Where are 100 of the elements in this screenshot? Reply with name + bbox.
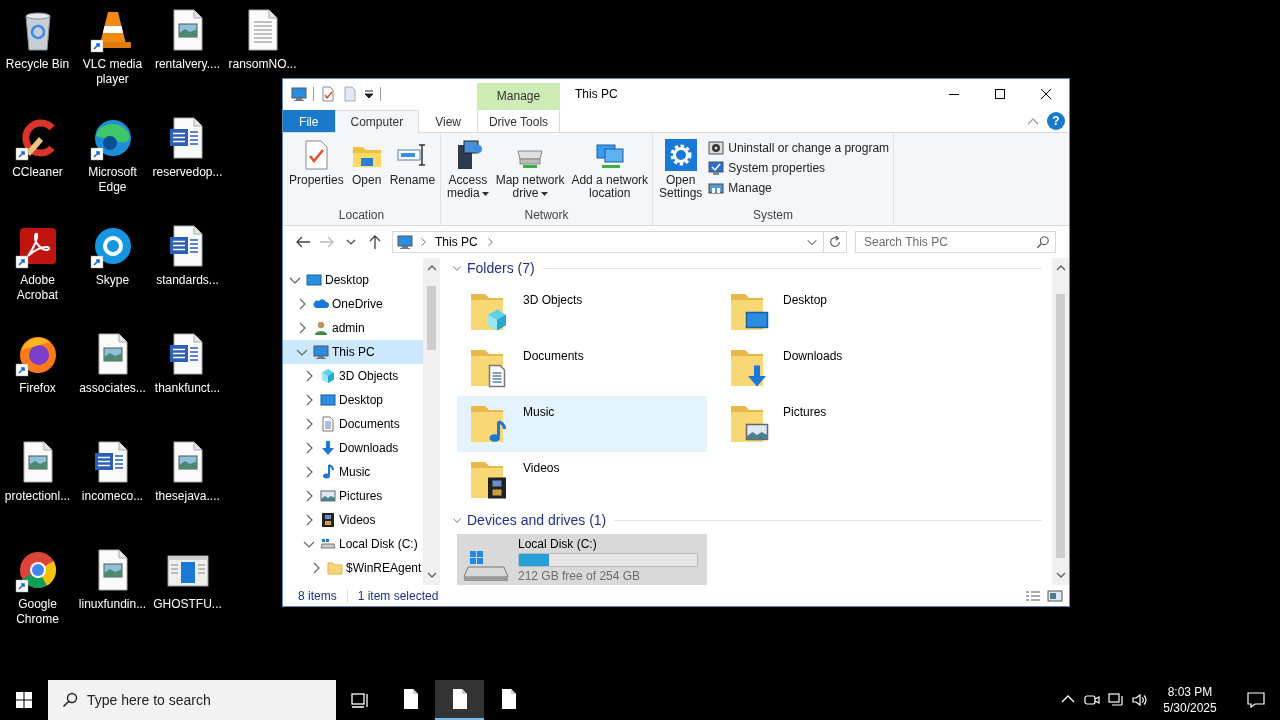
desktop-icon-label[interactable]: GHOSTFU... [153,597,222,612]
scroll-thumb[interactable] [427,286,436,351]
scroll-up-icon[interactable] [1055,264,1066,273]
tree-row[interactable]: Documents [283,412,423,437]
tree-row[interactable]: Desktop [283,388,423,413]
desktop-icon-label[interactable]: linuxfundin... [78,597,147,612]
desktop-icon-label[interactable]: Microsoft Edge [75,165,150,195]
computer-icon[interactable] [291,86,307,103]
maximize-icon[interactable] [995,89,1005,100]
ribbon-button[interactable]: Access media [444,137,492,203]
folder-tile[interactable]: Documents [457,340,707,397]
address-bar[interactable]: This PC [392,230,847,253]
folder-tile[interactable]: Pictures [717,396,967,453]
ribbon-button[interactable]: Open Settings [656,137,706,203]
desktop-icon-label[interactable]: Google Chrome [0,597,75,627]
tree-item-label[interactable]: Documents [339,417,400,432]
properties-icon[interactable] [320,86,336,103]
close-icon[interactable] [1041,89,1051,100]
tree-item-label[interactable]: Pictures [339,489,383,504]
taskbar-button[interactable] [435,680,484,720]
desktop-icon-label[interactable]: Skype [95,273,130,288]
desktop-icon-label[interactable]: CCleaner [12,165,63,180]
desktop-icon-label[interactable]: rentalvery.... [154,57,221,72]
tree-item-label[interactable]: This PC [332,345,375,360]
clock-date[interactable]: 5/30/2025 [1163,700,1217,716]
search-field[interactable]: Search This PC [855,230,1056,253]
file-icon[interactable] [499,688,518,710]
folder-tile[interactable]: 3D Objects [457,284,707,341]
folder-tile[interactable]: Music [457,396,707,453]
desktop-icon-label[interactable]: thankfunct... [154,381,221,396]
ribbon-tab[interactable]: Computer [334,109,420,134]
camera-icon[interactable] [1084,692,1100,708]
large-icons-view-icon[interactable] [1047,588,1063,603]
scroll-down-icon[interactable] [1055,571,1066,580]
desktop-icon-label[interactable]: VLC media player [75,57,150,87]
ribbon-tab[interactable]: Drive Tools [477,109,560,133]
desktop-icon-label[interactable]: incomeco... [81,489,144,504]
scrollbar[interactable] [423,258,440,586]
ribbon-tab[interactable]: View [419,109,477,133]
taskbar-search-field[interactable]: Type here to search [48,680,336,720]
network-icon[interactable] [1108,692,1124,708]
desktop-icon-label[interactable]: thesejava.... [155,489,220,504]
tree-row[interactable]: $WinREAgent [283,556,423,581]
caret-icon[interactable] [364,89,374,100]
folder-label[interactable]: Desktop [783,288,828,308]
scroll-down-icon[interactable] [426,571,437,580]
caret-icon[interactable] [540,192,548,197]
scrollbar[interactable] [1052,258,1069,586]
folder-tile[interactable]: Desktop [717,284,967,341]
tree-row[interactable]: This PC [283,340,423,365]
search-icon[interactable] [62,692,78,708]
tree-item-label[interactable]: OneDrive [332,297,383,312]
desktop-icon-label[interactable]: Firefox [19,381,56,396]
speaker-icon[interactable] [1132,692,1148,708]
file-icon[interactable] [450,688,469,710]
up-arrow-icon[interactable] [367,233,383,250]
ribbon-tab[interactable]: File [283,109,335,133]
task-view-icon[interactable] [351,691,369,709]
tree-item-label[interactable]: admin [332,321,365,336]
folder-label[interactable]: 3D Objects [523,288,583,308]
ribbon-button[interactable]: Add a network location [568,137,652,203]
scroll-up-icon[interactable] [426,264,437,273]
caret-icon[interactable] [481,192,489,197]
folder-tile[interactable]: Downloads [717,340,967,397]
folder-label[interactable]: Documents [523,344,584,364]
desktop-icon-label[interactable]: associates... [79,381,146,396]
notification-icon[interactable] [1247,691,1265,709]
tree-item-label[interactable]: Videos [339,513,376,528]
tree-row[interactable]: OneDrive [283,292,423,317]
file-icon[interactable] [401,688,420,710]
section-header[interactable]: Folders (7) [467,260,535,277]
tree-row[interactable]: Local Disk (C:) [283,532,423,557]
tree-row[interactable]: Pictures [283,484,423,509]
folder-label[interactable]: Pictures [783,400,827,420]
ribbon-button[interactable]: Properties [286,137,347,190]
tree-row[interactable]: Downloads [283,436,423,461]
ribbon-button[interactable]: System properties [706,159,892,178]
collapse-icon[interactable] [1027,116,1039,126]
ribbon-button[interactable]: Map network drive [492,137,568,203]
tree-row[interactable]: Music [283,460,423,485]
tree-item-label[interactable]: Desktop [325,273,370,288]
desktop-icon-label[interactable]: standards... [156,273,219,288]
ribbon-button[interactable]: Uninstall or change a program [706,139,892,158]
tree-item-label[interactable]: Music [339,465,371,480]
desktop-icon-label[interactable]: Recycle Bin [5,57,70,72]
search-icon[interactable] [1036,234,1050,249]
tree-row[interactable]: Videos [283,508,423,533]
desktop-icon-label[interactable]: ransomNO... [228,57,297,72]
folder-label[interactable]: Videos [523,456,560,476]
folder-label[interactable]: Music [523,400,555,420]
desktop-icon-label[interactable]: Adobe Acrobat [0,273,75,303]
section-header[interactable]: Devices and drives (1) [467,512,607,529]
tree-row[interactable]: admin [283,316,423,341]
breadcrumb[interactable]: This PC [433,234,480,249]
tree-item-label[interactable]: Desktop [339,393,384,408]
help-button[interactable]: ? [1047,112,1065,131]
tree-item-label[interactable]: 3D Objects [339,369,399,384]
tree-item-label[interactable]: $WinREAgent [346,561,422,576]
folder-label[interactable]: Downloads [783,344,843,364]
ribbon-button[interactable]: Manage [706,179,892,198]
